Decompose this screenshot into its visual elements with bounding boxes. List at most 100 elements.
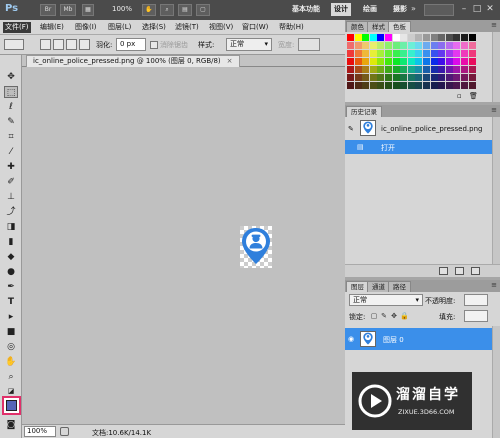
color-swatch[interactable] [347, 66, 354, 73]
color-swatch[interactable] [369, 42, 377, 49]
document-size-info[interactable]: 文档:10.6K/14.1K [92, 428, 151, 438]
color-swatch[interactable] [362, 34, 370, 41]
color-swatch[interactable] [445, 66, 453, 73]
color-swatch[interactable] [392, 74, 400, 81]
color-swatch[interactable] [347, 58, 354, 65]
zoom-level[interactable]: 100% [112, 5, 132, 13]
color-swatch[interactable] [369, 66, 377, 73]
color-swatch[interactable] [385, 34, 392, 41]
color-swatch[interactable] [438, 58, 446, 65]
color-swatch[interactable] [354, 82, 362, 89]
clone-stamp-tool-icon[interactable]: ⊥ [4, 191, 18, 203]
fill-input[interactable] [464, 310, 488, 322]
tab-channels[interactable]: 通道 [367, 281, 390, 292]
tab-paths[interactable]: 路径 [388, 281, 411, 292]
color-swatch[interactable] [468, 42, 476, 49]
police-pin-artwork[interactable] [240, 226, 272, 268]
hand-tool-button[interactable]: ✋ [142, 4, 156, 16]
minimize-icon[interactable]: – [458, 3, 470, 16]
add-selection-icon[interactable] [53, 39, 64, 50]
menu-filter[interactable]: 滤镜(T) [173, 22, 201, 33]
color-swatch[interactable] [430, 66, 438, 73]
type-tool-icon[interactable]: T [4, 296, 18, 308]
pen-tool-icon[interactable]: ✒ [4, 281, 18, 293]
3d-rotate-tool-icon[interactable]: ◎ [4, 341, 18, 353]
color-swatch[interactable] [392, 34, 400, 41]
color-swatch[interactable] [385, 74, 392, 81]
dodge-tool-icon[interactable]: ● [4, 266, 18, 278]
color-swatch[interactable] [362, 74, 370, 81]
color-swatch[interactable] [445, 58, 453, 65]
color-swatch[interactable] [354, 74, 362, 81]
history-scrollbar[interactable] [492, 117, 500, 264]
color-swatch[interactable] [453, 74, 461, 81]
layer-row[interactable]: ◉ 图层 0 [345, 328, 492, 350]
color-swatch[interactable] [423, 50, 430, 57]
workspace-painting[interactable]: 绘画 [363, 4, 377, 14]
color-swatch[interactable] [385, 82, 392, 89]
color-picker-highlight[interactable] [2, 396, 21, 415]
color-swatch[interactable] [453, 42, 461, 49]
menu-image[interactable]: 图像(I) [73, 22, 99, 33]
color-swatch[interactable] [407, 34, 415, 41]
color-swatch[interactable] [377, 66, 385, 73]
menu-select[interactable]: 选择(S) [140, 22, 168, 33]
color-swatch[interactable] [369, 50, 377, 57]
quick-select-tool-icon[interactable]: ✎ [4, 116, 18, 128]
tab-history[interactable]: 历史记录 [346, 106, 382, 117]
path-select-tool-icon[interactable]: ▸ [4, 311, 18, 323]
antialias-checkbox[interactable] [150, 41, 158, 49]
color-swatch[interactable] [445, 34, 453, 41]
color-swatch[interactable] [438, 82, 446, 89]
color-swatch[interactable] [461, 66, 468, 73]
color-swatch[interactable] [377, 74, 385, 81]
color-swatch[interactable] [461, 50, 468, 57]
color-swatch[interactable] [430, 42, 438, 49]
color-swatch[interactable] [400, 34, 408, 41]
color-swatch[interactable] [423, 66, 430, 73]
tool-preset-picker[interactable] [4, 39, 24, 50]
color-swatch[interactable] [347, 42, 354, 49]
menu-window[interactable]: 窗口(W) [240, 22, 270, 33]
eye-icon[interactable]: ◉ [348, 335, 354, 343]
color-swatch[interactable] [430, 74, 438, 81]
feather-input[interactable]: 0 px [116, 38, 146, 51]
tab-color[interactable]: 颜色 [346, 21, 369, 32]
color-swatch[interactable] [423, 58, 430, 65]
color-swatch[interactable] [461, 34, 468, 41]
color-swatch[interactable] [430, 58, 438, 65]
color-swatch[interactable] [354, 34, 362, 41]
workspace-essentials[interactable]: 基本功能 [292, 4, 320, 14]
color-swatch[interactable] [453, 66, 461, 73]
color-swatch[interactable] [400, 82, 408, 89]
color-swatch[interactable] [377, 42, 385, 49]
style-select[interactable]: 正常 ▾ [226, 38, 272, 51]
screen-mode-button[interactable]: ▢ [196, 4, 210, 16]
color-swatch[interactable] [369, 58, 377, 65]
blend-mode-select[interactable]: 正常 ▾ [349, 294, 423, 306]
color-swatch[interactable] [354, 58, 362, 65]
color-swatch[interactable] [369, 34, 377, 41]
color-swatch[interactable] [415, 58, 423, 65]
color-swatch[interactable] [423, 82, 430, 89]
color-swatch[interactable] [347, 74, 354, 81]
tab-close-icon[interactable]: × [227, 57, 233, 65]
color-swatch[interactable] [362, 42, 370, 49]
opacity-input[interactable] [464, 294, 488, 306]
color-swatch[interactable] [415, 66, 423, 73]
new-document-icon[interactable] [439, 267, 448, 275]
color-swatch[interactable] [438, 34, 446, 41]
color-swatch[interactable] [407, 66, 415, 73]
color-swatch[interactable] [407, 42, 415, 49]
new-selection-icon[interactable] [40, 39, 51, 50]
color-swatch[interactable] [347, 50, 354, 57]
menu-view[interactable]: 视图(V) [207, 22, 235, 33]
status-zoom-input[interactable]: 100% [24, 426, 56, 437]
foreground-color-swatch[interactable] [6, 400, 17, 411]
color-swatch[interactable] [392, 58, 400, 65]
color-swatch[interactable] [347, 34, 354, 41]
color-swatch[interactable] [392, 82, 400, 89]
color-swatch[interactable] [400, 66, 408, 73]
color-swatch[interactable] [415, 82, 423, 89]
layers-scrollbar[interactable] [492, 326, 500, 438]
